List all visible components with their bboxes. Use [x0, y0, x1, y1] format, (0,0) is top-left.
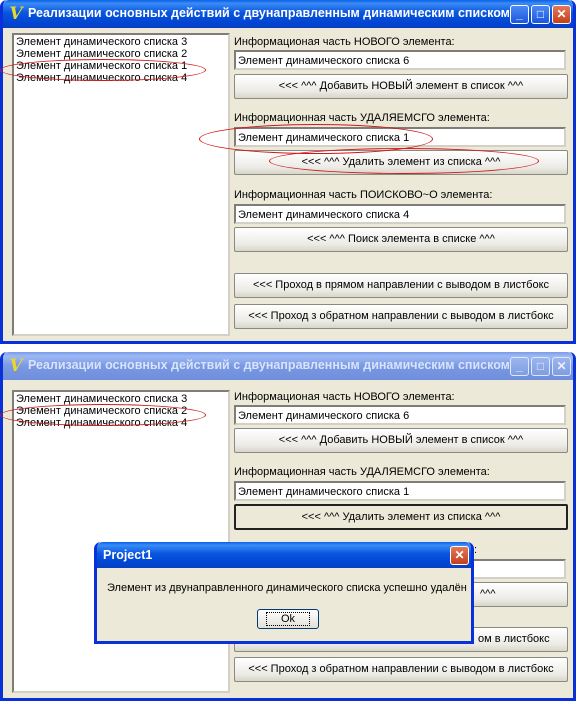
new-element-input[interactable]: Элемент динамического списка 6 — [234, 405, 566, 425]
close-icon[interactable]: ✕ — [552, 357, 571, 376]
backward-traverse-button[interactable]: <<< Проход з обратном направлении с выво… — [234, 304, 568, 329]
add-element-button[interactable]: <<< ^^^ Добавить НОВЫЙ элемент в список … — [234, 428, 568, 453]
search-element-label: : — [474, 544, 478, 556]
delete-element-label: Информационная часть УДАЛЯЕМСГО элемента… — [234, 112, 490, 124]
maximize-icon[interactable]: □ — [531, 357, 550, 376]
minimize-icon[interactable]: _ — [510, 5, 529, 24]
main-window-top: V Реализации основных действий с двунапр… — [0, 0, 576, 344]
search-element-input[interactable]: Элемент динамического списка 4 — [234, 204, 566, 224]
ok-button-label: Ok — [265, 612, 311, 626]
title-bar[interactable]: V Реализации основных действий с двунапр… — [3, 352, 573, 380]
window-title: Реализации основных действий с двунаправ… — [28, 358, 510, 372]
ok-button[interactable]: Ok — [257, 609, 319, 629]
dialog-title-bar[interactable]: Project1 ✕ — [97, 542, 471, 568]
new-element-input[interactable]: Элемент динамического списка 6 — [234, 50, 566, 70]
forward-button-label: ом в листбокс — [478, 633, 550, 645]
app-logo-icon: V — [9, 4, 23, 24]
delete-element-button[interactable]: <<< ^^^ Удалить элемент из списка ^^^ — [234, 504, 568, 530]
search-element-button[interactable]: <<< ^^^ Поиск элемента в списке ^^^ — [234, 227, 568, 252]
main-window-bottom: V Реализации основных действий с двунапр… — [0, 352, 576, 701]
search-button-label: ^^^ — [480, 588, 496, 600]
backward-traverse-button[interactable]: <<< Проход з обратном направлении с выво… — [234, 657, 568, 682]
window-title: Реализации основных действий с двунаправ… — [28, 6, 510, 20]
annotation-ellipse — [0, 59, 206, 81]
new-element-label: Информационая часть НОВОГО элемента: — [234, 391, 455, 403]
list-item[interactable]: Элемент динамического списка 3 — [16, 36, 226, 48]
forward-traverse-button[interactable]: <<< Проход в прямом направлении с выводо… — [234, 273, 568, 298]
delete-element-input[interactable]: Элемент динамического списка 1 — [234, 481, 566, 501]
annotation-ellipse — [269, 148, 539, 174]
delete-element-label: Информационная часть УДАЛЯЕМСГО элемента… — [234, 466, 490, 478]
maximize-icon[interactable]: □ — [531, 5, 550, 24]
new-element-label: Информационая часть НОВОГО элемента: — [234, 36, 455, 48]
title-bar[interactable]: V Реализации основных действий с двунапр… — [3, 0, 573, 28]
minimize-icon[interactable]: _ — [510, 357, 529, 376]
dialog-message: Элемент из двунаправленного динамическог… — [107, 582, 467, 594]
search-element-label: Информационная часть ПОИСКОВО~О элемента… — [234, 189, 493, 201]
add-element-button[interactable]: <<< ^^^ Добавить НОВЫЙ элемент в список … — [234, 74, 568, 99]
close-icon[interactable]: ✕ — [450, 546, 469, 565]
message-dialog: Project1 ✕ Элемент из двунаправленного д… — [94, 542, 474, 644]
close-icon[interactable]: ✕ — [552, 5, 571, 24]
annotation-ellipse — [0, 404, 206, 426]
dialog-title: Project1 — [103, 548, 153, 562]
app-logo-icon: V — [9, 356, 23, 376]
